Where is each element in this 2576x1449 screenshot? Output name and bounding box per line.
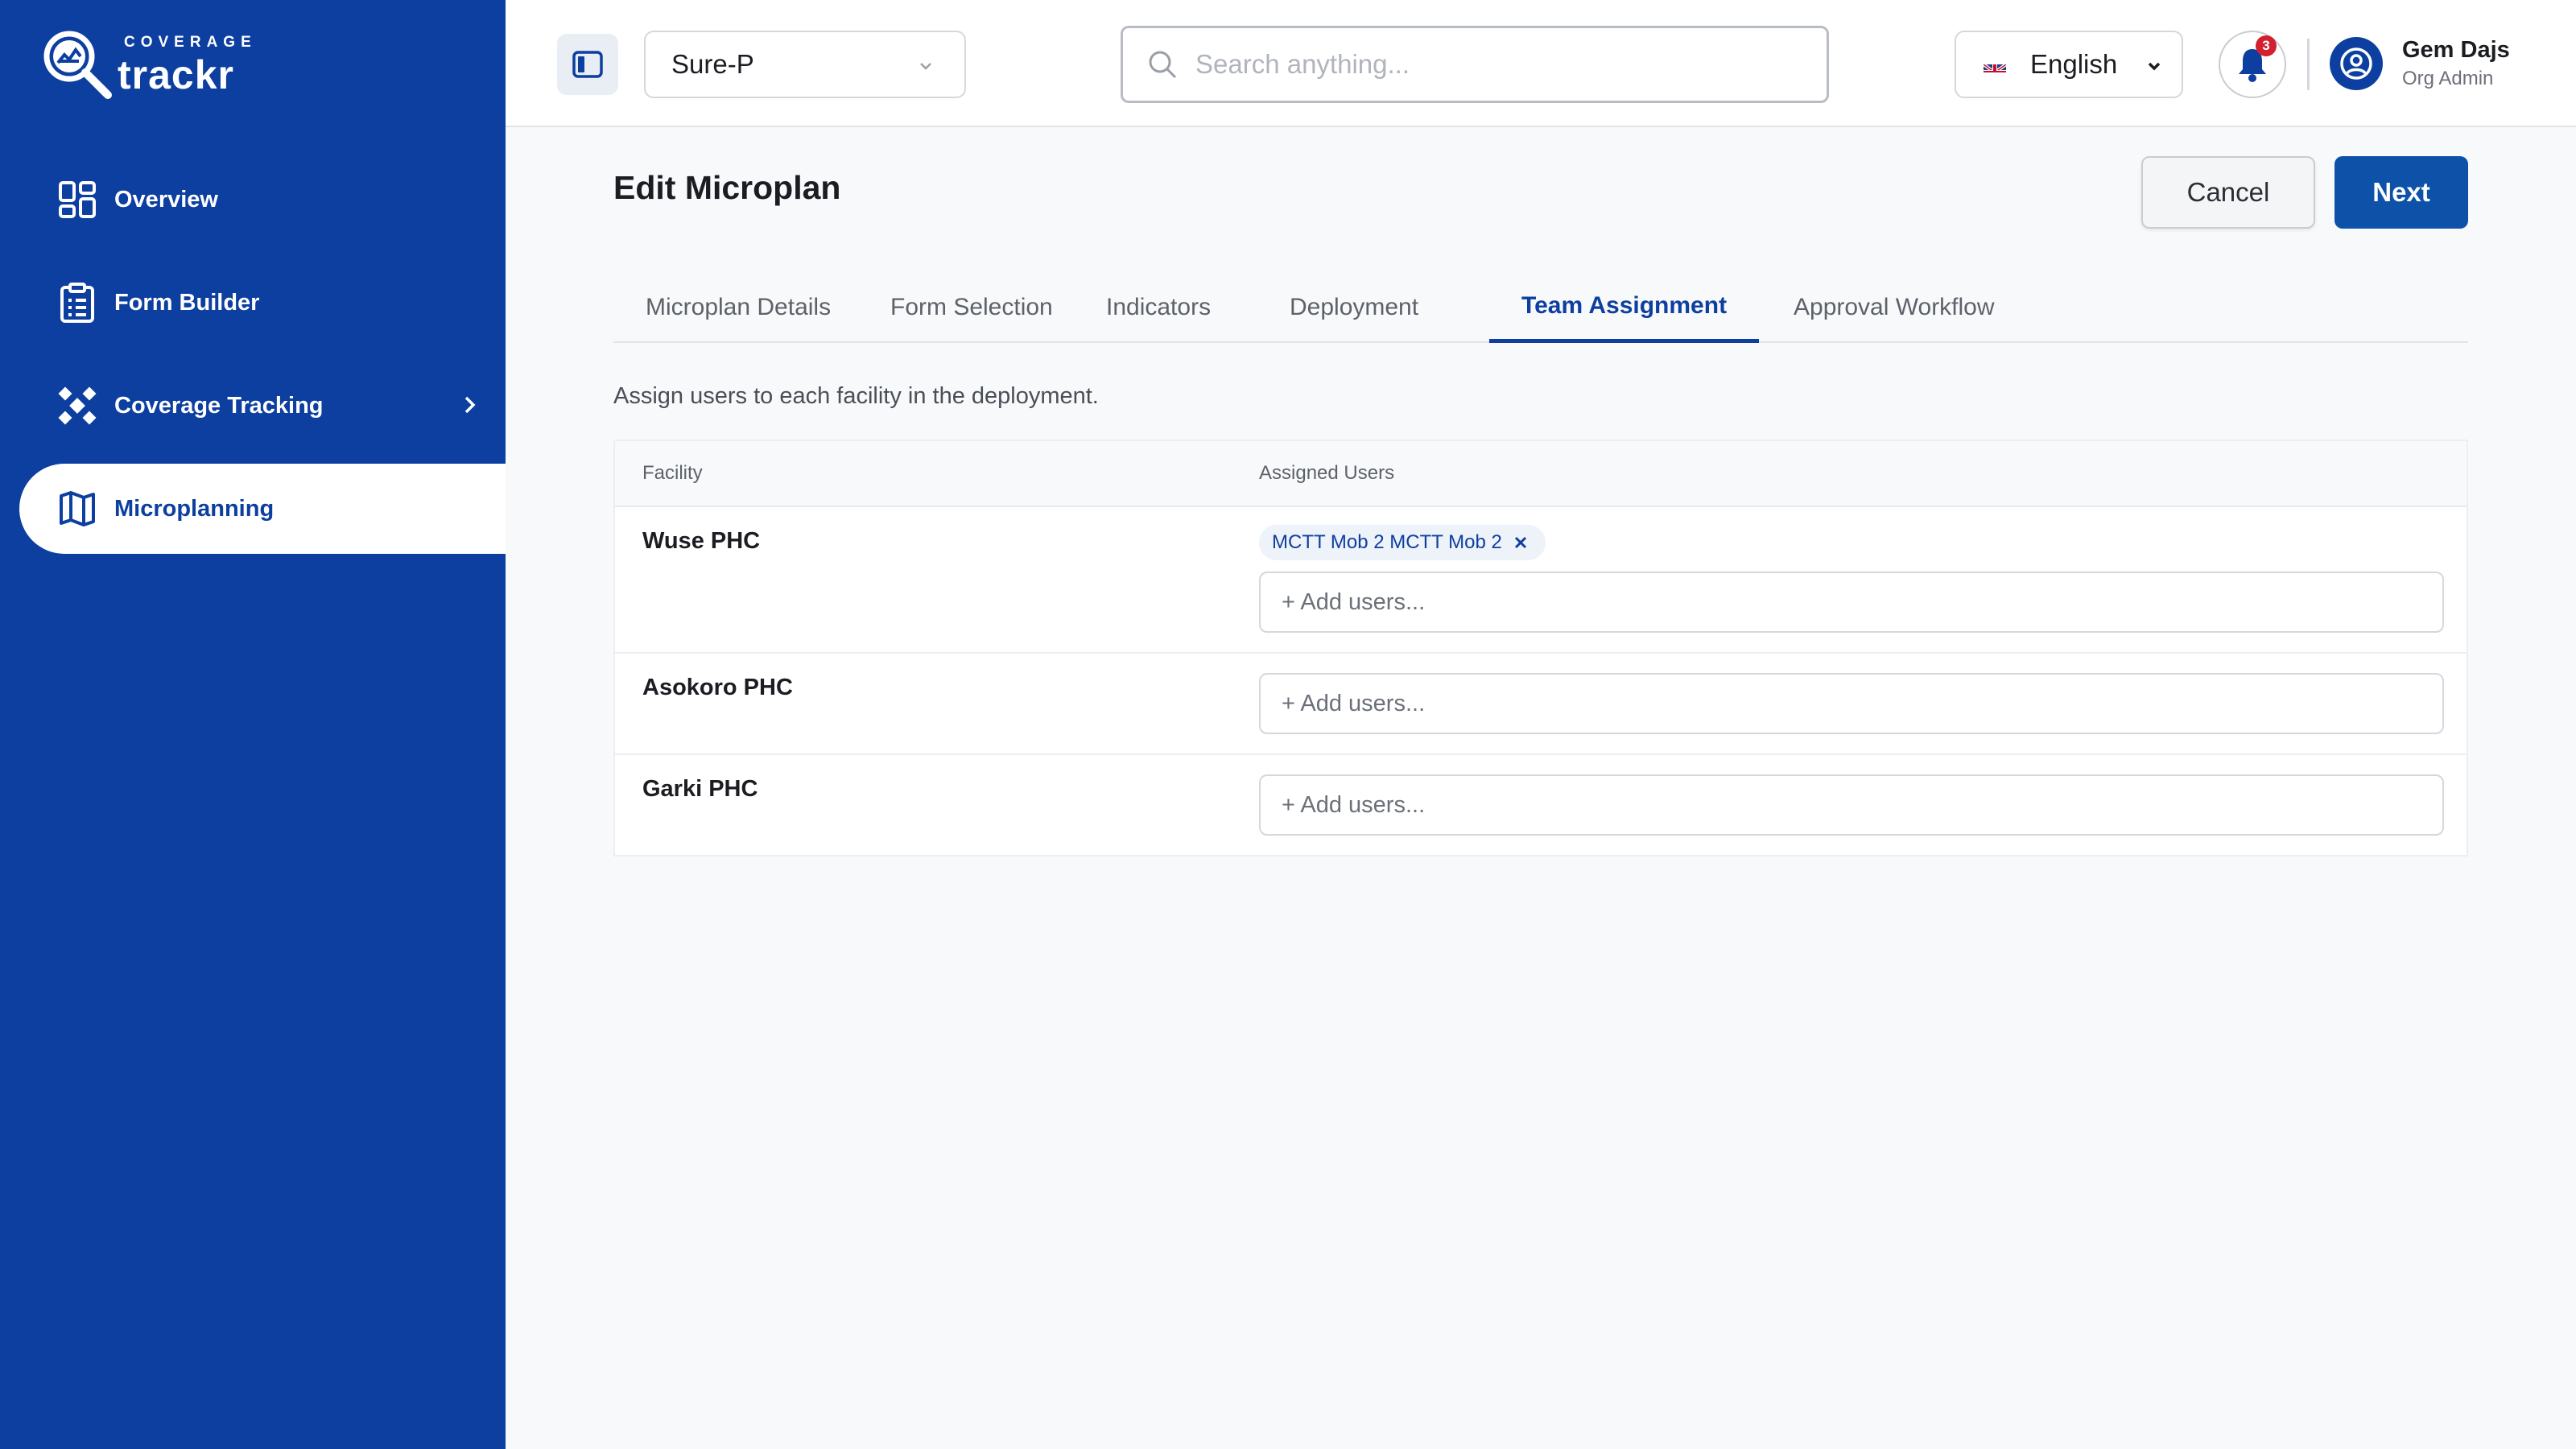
table-row: Asokoro PHC + Add users...: [615, 654, 2467, 755]
uk-flag-icon: [1984, 56, 2006, 72]
tab-form-selection[interactable]: Form Selection: [858, 272, 1085, 343]
map-icon: [56, 488, 98, 530]
tab-team-assignment[interactable]: Team Assignment: [1489, 272, 1760, 343]
logo-main-text: trackr: [118, 52, 234, 97]
sidebar-item-label: Overview: [114, 186, 218, 213]
assignment-table: Facility Assigned Users Wuse PHC MCTT Mo…: [613, 440, 2468, 857]
notifications-button[interactable]: 3: [2219, 31, 2286, 98]
remove-user-button[interactable]: [1512, 534, 1530, 551]
column-header-assigned-users: Assigned Users: [1259, 462, 1395, 484]
tab-bar: Microplan Details Form Selection Indicat…: [613, 272, 2468, 343]
assigned-user-name: MCTT Mob 2 MCTT Mob 2: [1272, 531, 1502, 553]
column-header-facility: Facility: [642, 462, 703, 484]
notification-badge: 3: [2256, 35, 2277, 56]
cancel-button[interactable]: Cancel: [2141, 156, 2315, 229]
top-header: Sure-P English: [506, 0, 2576, 127]
close-icon: [1514, 536, 1526, 549]
project-select-value: Sure-P: [671, 49, 754, 79]
table-header: Facility Assigned Users: [615, 441, 2467, 507]
assigned-user-chip: MCTT Mob 2 MCTT Mob 2: [1259, 525, 1546, 560]
sidebar-item-overview[interactable]: Overview: [19, 155, 506, 245]
facility-name: Asokoro PHC: [642, 675, 793, 700]
table-row: Wuse PHC MCTT Mob 2 MCTT Mob 2 + Add use…: [615, 507, 2467, 654]
tab-deployment[interactable]: Deployment: [1257, 272, 1451, 343]
logo-magnifier-icon: [43, 31, 112, 99]
sidebar-item-label: Coverage Tracking: [114, 392, 324, 419]
sidebar-item-form-builder[interactable]: Form Builder: [19, 258, 506, 348]
add-users-input[interactable]: + Add users...: [1259, 572, 2444, 633]
dashboard-icon: [56, 179, 98, 221]
search-input[interactable]: [1195, 49, 1807, 80]
logo-top-text: COVERAGE: [124, 34, 257, 51]
sidebar-item-coverage-tracking[interactable]: Coverage Tracking: [19, 361, 506, 451]
sidebar: COVERAGE trackr Overview Form Builder Co…: [0, 0, 506, 1449]
sidebar-item-label: Form Builder: [114, 289, 260, 316]
sidebar-item-label: Microplanning: [114, 495, 275, 522]
table-row: Garki PHC + Add users...: [615, 755, 2467, 857]
chevron-down-icon: [2148, 62, 2161, 71]
logo[interactable]: COVERAGE trackr: [40, 26, 266, 100]
user-icon: [2340, 47, 2372, 80]
add-users-input[interactable]: + Add users...: [1259, 673, 2444, 734]
avatar[interactable]: [2330, 37, 2383, 90]
sidebar-toggle-icon: [572, 51, 603, 78]
tab-microplan-details[interactable]: Microplan Details: [613, 272, 863, 343]
page-description: Assign users to each facility in the dep…: [613, 383, 1099, 409]
language-select[interactable]: English: [1955, 31, 2183, 98]
facility-name: Garki PHC: [642, 776, 758, 802]
tab-indicators[interactable]: Indicators: [1074, 272, 1243, 343]
project-select[interactable]: Sure-P: [644, 31, 966, 98]
language-select-value: English: [2030, 49, 2118, 79]
search-icon: [1149, 51, 1177, 79]
sidebar-item-microplanning[interactable]: Microplanning: [19, 464, 506, 554]
sidebar-toggle-button[interactable]: [557, 34, 618, 95]
header-divider: [2307, 39, 2310, 90]
chevron-right-icon: [464, 396, 476, 414]
chevron-down-icon: [920, 63, 931, 70]
clipboard-icon: [56, 282, 98, 324]
user-role: Org Admin: [2402, 68, 2494, 89]
search-box[interactable]: [1121, 26, 1829, 103]
facility-name: Wuse PHC: [642, 528, 761, 554]
tab-approval-workflow[interactable]: Approval Workflow: [1761, 272, 2027, 343]
page-title: Edit Microplan: [613, 169, 841, 206]
add-users-input[interactable]: + Add users...: [1259, 774, 2444, 836]
next-button[interactable]: Next: [2334, 156, 2468, 229]
user-name: Gem Dajs: [2402, 37, 2510, 63]
satellite-icon: [56, 385, 98, 427]
